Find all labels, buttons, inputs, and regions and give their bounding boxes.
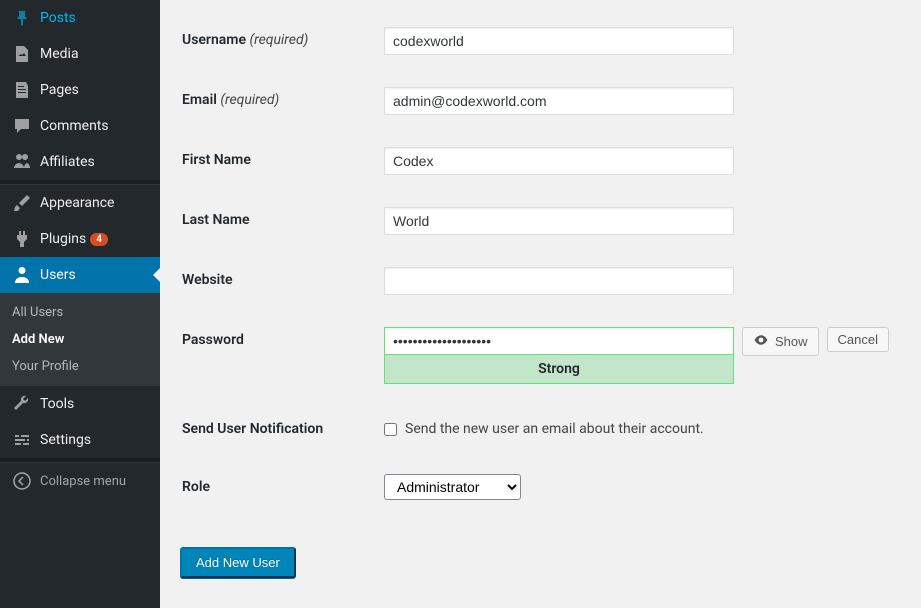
submenu-all-users[interactable]: All Users [0, 299, 160, 326]
admin-sidebar: Posts Media Pages Comments Affiliates Ap… [0, 0, 160, 608]
sidebar-item-comments[interactable]: Comments [0, 108, 160, 144]
collapse-label: Collapse menu [40, 474, 126, 489]
role-label: Role [182, 459, 372, 515]
username-label: Username (required) [182, 12, 372, 70]
sidebar-item-appearance[interactable]: Appearance [0, 185, 160, 221]
lastname-input[interactable] [384, 207, 734, 235]
collapse-menu[interactable]: Collapse menu [0, 463, 160, 499]
comment-icon [12, 116, 32, 136]
sidebar-item-label: Media [40, 46, 79, 62]
password-strength: Strong [384, 354, 734, 384]
website-label: Website [182, 252, 372, 310]
password-input[interactable] [384, 327, 734, 355]
sidebar-item-tools[interactable]: Tools [0, 386, 160, 422]
email-input[interactable] [384, 87, 734, 115]
notification-checkbox[interactable] [384, 423, 397, 436]
submenu-add-new[interactable]: Add New [0, 326, 160, 353]
email-label: Email (required) [182, 72, 372, 130]
firstname-label: First Name [182, 132, 372, 190]
plug-icon [12, 229, 32, 249]
cancel-password-button[interactable]: Cancel [827, 327, 889, 352]
main-content: Username (required) Email (required) Fir… [160, 0, 921, 608]
page-icon [12, 80, 32, 100]
brush-icon [12, 193, 32, 213]
pin-icon [12, 8, 32, 28]
sidebar-item-label: Pages [40, 82, 79, 98]
sidebar-item-label: Users [40, 267, 76, 283]
sidebar-item-affiliates[interactable]: Affiliates [0, 144, 160, 180]
password-label: Password [182, 312, 372, 399]
sidebar-item-media[interactable]: Media [0, 36, 160, 72]
media-icon [12, 44, 32, 64]
sidebar-item-label: Comments [40, 118, 109, 134]
user-icon [12, 265, 32, 285]
add-user-form: Username (required) Email (required) Fir… [180, 10, 901, 517]
add-new-user-button[interactable]: Add New User [180, 547, 296, 578]
username-input[interactable] [384, 27, 734, 55]
role-select[interactable]: Administrator [384, 474, 521, 500]
show-password-button[interactable]: Show [742, 327, 819, 356]
sidebar-item-label: Tools [40, 396, 74, 412]
submenu-your-profile[interactable]: Your Profile [0, 353, 160, 380]
sidebar-item-label: Appearance [40, 195, 114, 211]
sidebar-item-users[interactable]: Users [0, 257, 160, 293]
sidebar-item-label: Affiliates [40, 154, 95, 170]
wrench-icon [12, 394, 32, 414]
users-submenu: All Users Add New Your Profile [0, 293, 160, 386]
notification-label: Send User Notification [182, 401, 372, 457]
sidebar-item-posts[interactable]: Posts [0, 0, 160, 36]
website-input[interactable] [384, 267, 734, 295]
notification-checkbox-label[interactable]: Send the new user an email about their a… [384, 421, 889, 437]
collapse-icon [12, 471, 32, 491]
sidebar-item-plugins[interactable]: Plugins 4 [0, 221, 160, 257]
update-badge: 4 [90, 233, 108, 246]
eye-icon [753, 332, 769, 351]
sidebar-item-label: Settings [40, 432, 91, 448]
lastname-label: Last Name [182, 192, 372, 250]
firstname-input[interactable] [384, 147, 734, 175]
sliders-icon [12, 430, 32, 450]
sidebar-item-label: Posts [40, 10, 76, 26]
sidebar-item-pages[interactable]: Pages [0, 72, 160, 108]
sidebar-item-label: Plugins [40, 231, 86, 247]
sidebar-item-settings[interactable]: Settings [0, 422, 160, 458]
group-icon [12, 152, 32, 172]
